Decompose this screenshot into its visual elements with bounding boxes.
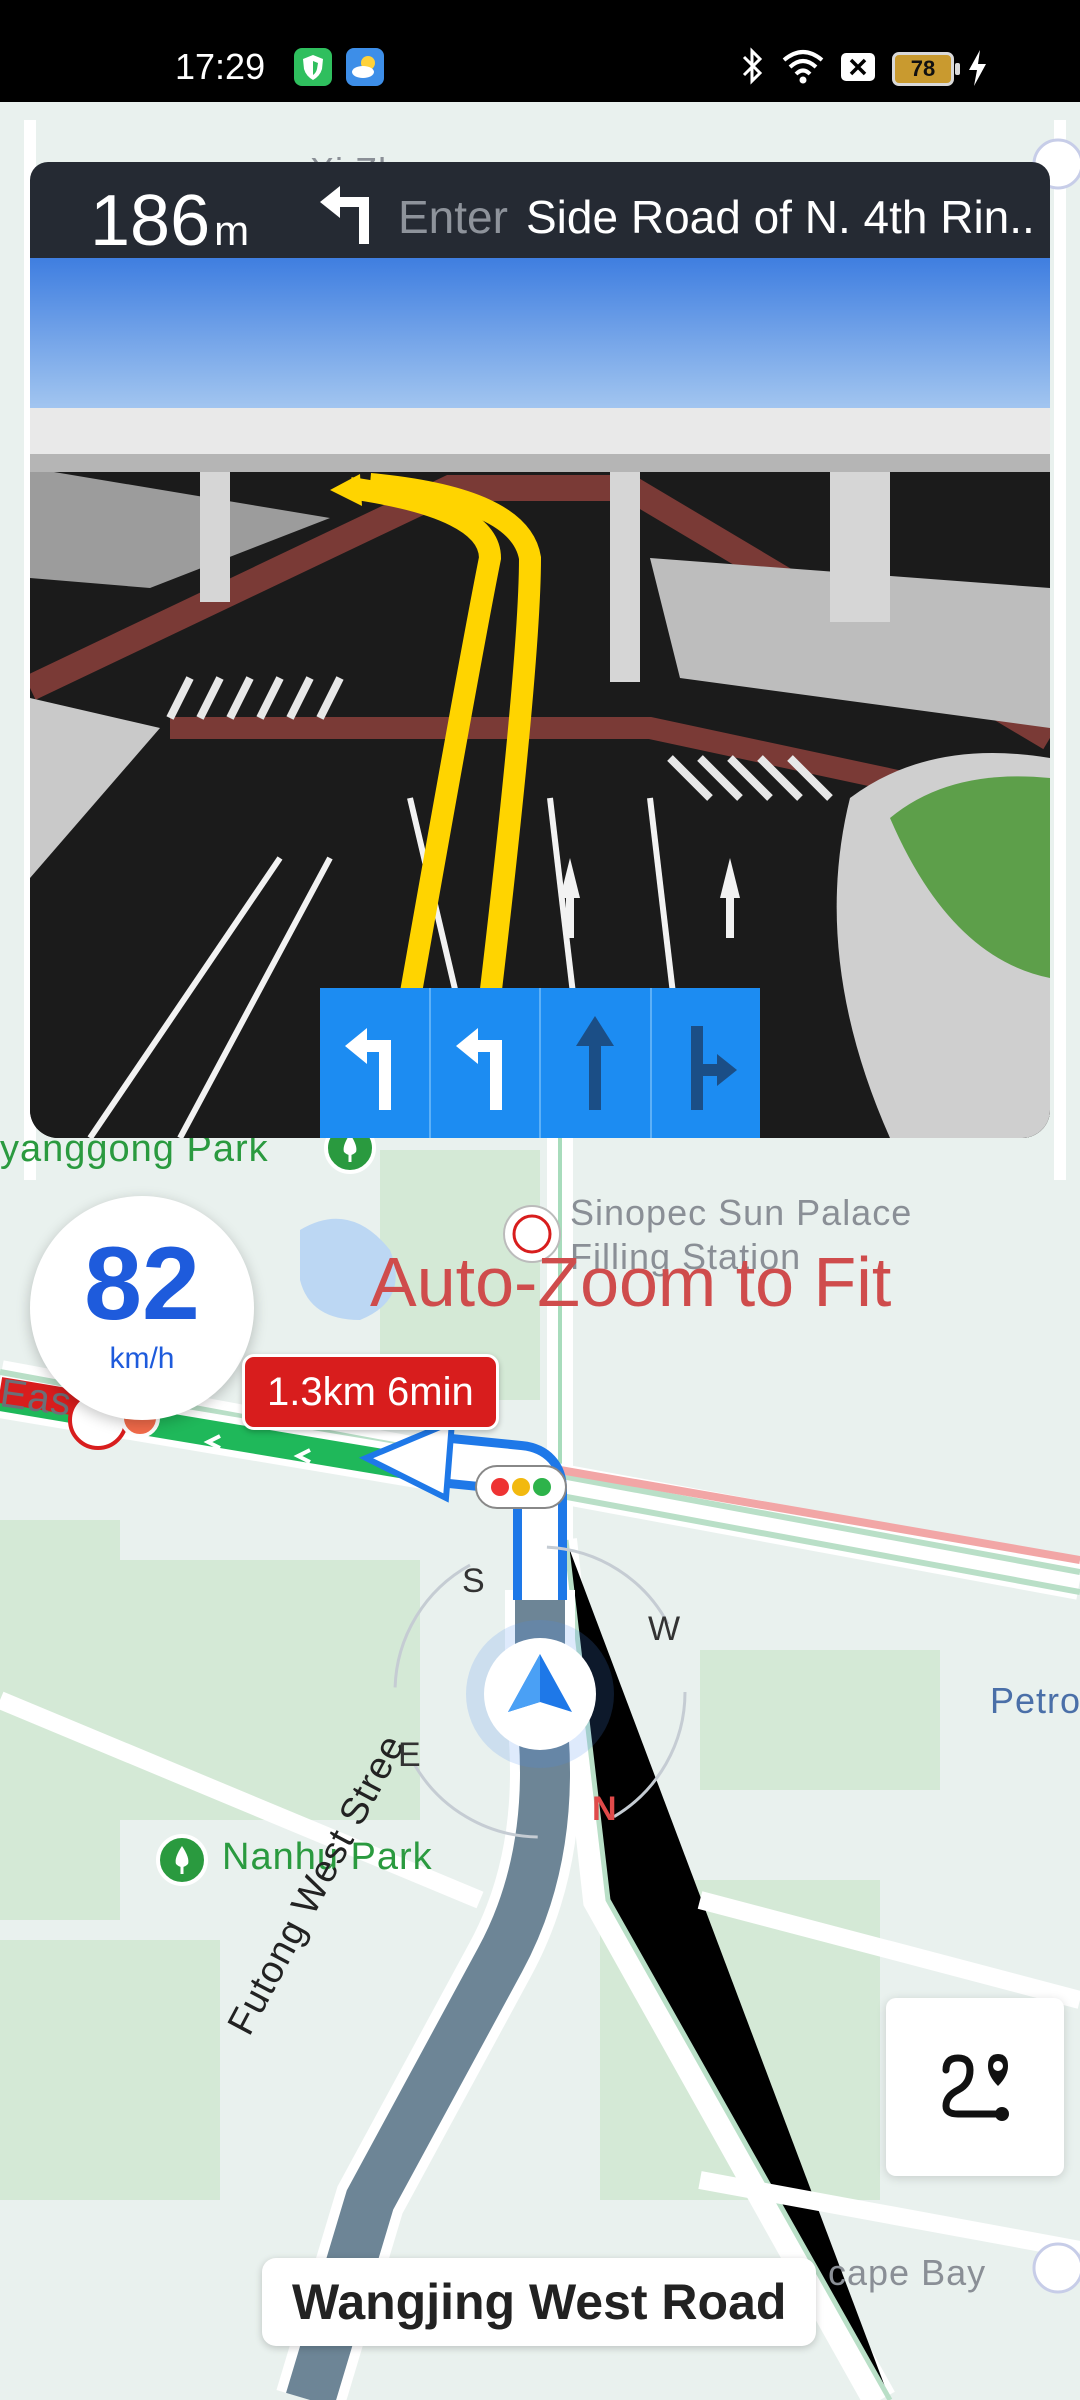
charging-icon — [966, 48, 988, 93]
status-bar: 17:29 78 — [0, 0, 1080, 102]
straight-lane-icon — [560, 1006, 630, 1121]
left-turn-lane-icon — [339, 1006, 409, 1121]
compass-south-label: S — [462, 1562, 485, 1600]
clock: 17:29 — [175, 46, 266, 87]
battery-icon: 78 — [892, 52, 960, 86]
turn-left-icon — [312, 174, 390, 252]
compass-east-label: E — [398, 1736, 421, 1774]
wifi-icon — [780, 46, 826, 89]
distance-to-turn: 186m — [90, 180, 249, 262]
speed-unit: km/h — [109, 1342, 175, 1375]
guidance-banner[interactable]: 186m Enter Side Road of N. 4th Rin... — [30, 162, 1050, 261]
lane-guidance — [320, 988, 760, 1138]
lane-item — [430, 988, 541, 1138]
lane-item — [651, 988, 760, 1138]
speedometer: 82 km/h — [30, 1196, 254, 1420]
map-label-sinopec-line1: Sinopec Sun Palace — [570, 1192, 913, 1233]
maneuver-action: Enter — [398, 191, 508, 243]
bluetooth-icon — [738, 46, 766, 91]
route-overview-button[interactable] — [886, 1998, 1064, 2176]
left-turn-lane-icon — [450, 1006, 520, 1121]
straight-right-lane-icon — [671, 1006, 741, 1121]
lane-item — [541, 988, 652, 1138]
route-eta-bubble[interactable]: 1.3km 6min — [242, 1354, 499, 1430]
compass-north-label: N — [592, 1790, 617, 1828]
sim-disabled-icon — [840, 52, 876, 87]
map-label-bay-partial: cape Bay — [828, 2252, 987, 2293]
auto-zoom-notice: Auto-Zoom to Fit — [370, 1243, 892, 1321]
map-label-petro-partial: Petro — [990, 1680, 1080, 1721]
distance-unit: m — [214, 207, 250, 254]
current-road-label: Wangjing West Road — [262, 2258, 817, 2346]
route-overview-icon — [930, 2040, 1020, 2135]
lane-item — [320, 988, 431, 1138]
weather-app-icon — [346, 48, 384, 86]
speed-value: 82 — [84, 1226, 200, 1342]
distance-value: 186 — [90, 181, 211, 261]
compass-west-label: W — [648, 1610, 681, 1648]
next-road-name: Side Road of N. 4th Rin... — [526, 191, 1036, 243]
shield-app-icon — [294, 48, 332, 86]
